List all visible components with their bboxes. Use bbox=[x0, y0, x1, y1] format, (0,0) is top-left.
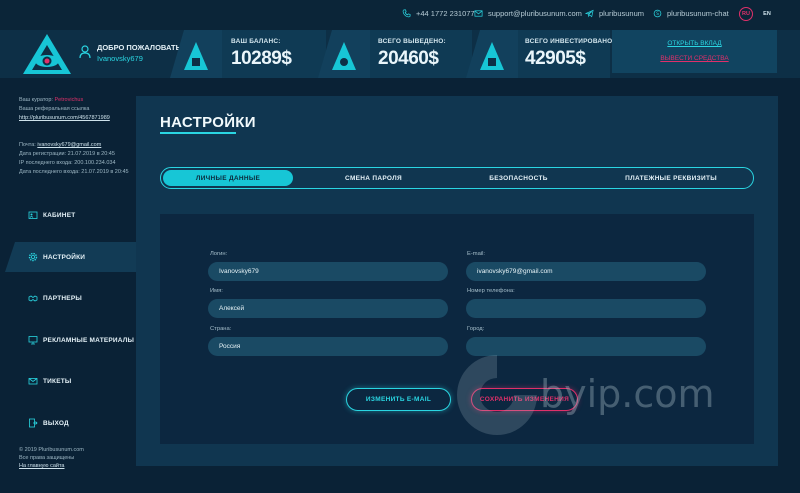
title-underline bbox=[160, 132, 236, 134]
sidebar-item-cabinet[interactable]: КАБИНЕТ bbox=[0, 200, 136, 230]
sidebar-item-label: ВЫХОД bbox=[43, 419, 69, 427]
country-field[interactable]: Россия bbox=[208, 337, 448, 356]
withdrawn-value: 20460$ bbox=[378, 48, 439, 69]
footer-rights: Все права защищены bbox=[19, 455, 75, 461]
country-label: Страна: bbox=[210, 326, 232, 332]
footer-home-link[interactable]: На главную сайта bbox=[19, 463, 64, 469]
curator-info: Ваш куратор: Petrovichus Ваша реферальна… bbox=[19, 96, 110, 123]
sidebar-item-label: ТИКЕТЫ bbox=[43, 377, 72, 385]
balance-label: ВАШ БАЛАНС: bbox=[231, 38, 281, 45]
phone-field[interactable] bbox=[466, 299, 706, 318]
last-login: Дата последнего входа: 21.07.2019 в 20:4… bbox=[19, 169, 129, 175]
city-label: Город: bbox=[467, 326, 485, 332]
last-ip: IP последнего входа: 200.100.234.034 bbox=[19, 160, 116, 166]
sidebar-item-settings[interactable]: НАСТРОЙКИ bbox=[5, 242, 136, 272]
logout-icon bbox=[29, 418, 38, 428]
cabinet-icon bbox=[28, 211, 38, 219]
sidebar-item-logout[interactable]: ВЫХОД bbox=[0, 408, 136, 438]
ref-label: Ваша реферальная ссылка bbox=[19, 106, 90, 112]
curator-label: Ваш куратор: bbox=[19, 97, 53, 103]
sidebar-item-label: ПАРТНЕРЫ bbox=[43, 294, 82, 302]
sidebar-item-partners[interactable]: ПАРТНЕРЫ bbox=[0, 283, 136, 313]
tab-payment-details[interactable]: ПЛАТЕЖНЫЕ РЕКВИЗИТЫ bbox=[591, 170, 751, 186]
settings-tabs: ЛИЧНЫЕ ДАННЫЕ СМЕНА ПАРОЛЯ БЕЗОПАСНОСТЬ … bbox=[160, 167, 754, 189]
tab-personal-data[interactable]: ЛИЧНЫЕ ДАННЫЕ bbox=[163, 170, 293, 186]
logo-eye-icon bbox=[23, 34, 71, 74]
mail-label: Почта: bbox=[19, 142, 36, 148]
page-title: НАСТРОЙКИ bbox=[160, 114, 256, 131]
telegram-contact[interactable]: pluribusunum bbox=[585, 9, 644, 18]
reg-date: Дата регистрации: 21.07.2019 в 20:45 bbox=[19, 151, 115, 157]
tickets-icon bbox=[28, 378, 38, 385]
curator-name: Petrovichus bbox=[54, 97, 84, 103]
withdrawn-icon-tile bbox=[318, 30, 370, 78]
invested-value: 42905$ bbox=[525, 48, 586, 69]
promo-icon bbox=[28, 336, 38, 345]
sidebar-item-label: КАБИНЕТ bbox=[43, 211, 76, 219]
email-label: E-mail: bbox=[467, 251, 486, 257]
name-label: Имя: bbox=[210, 288, 223, 294]
partners-icon bbox=[28, 295, 38, 302]
telegram-handle: pluribusunum bbox=[599, 9, 645, 18]
sidebar-item-tickets[interactable]: ТИКЕТЫ bbox=[0, 366, 136, 396]
mail-value[interactable]: ivanovsky679@gmail.com bbox=[37, 142, 101, 148]
gear-icon bbox=[28, 252, 38, 262]
phone-label: Номер телефона: bbox=[467, 288, 515, 294]
svg-text:S: S bbox=[656, 11, 659, 17]
lang-ru-button[interactable]: RU bbox=[739, 7, 753, 21]
email-contact[interactable]: support@pluribusunum.com bbox=[474, 9, 582, 18]
skype-handle: pluribusunum-chat bbox=[667, 9, 729, 18]
phone-icon bbox=[402, 9, 411, 18]
user-icon bbox=[79, 45, 91, 59]
change-email-button[interactable]: ИЗМЕНИТЬ E-MAIL bbox=[346, 388, 451, 411]
invested-icon-tile bbox=[466, 30, 518, 78]
email-field[interactable]: ivanovsky679@gmail.com bbox=[466, 262, 706, 281]
name-field[interactable]: Алексей bbox=[208, 299, 448, 318]
login-field[interactable]: Ivanovsky679 bbox=[208, 262, 448, 281]
ref-link[interactable]: http://pluribusunum.com/4567871989 bbox=[19, 115, 110, 121]
sidebar-footer: © 2019 Pluribusunum.com Все права защище… bbox=[19, 446, 84, 470]
phone-contact[interactable]: +44 1772 231077 bbox=[402, 9, 475, 18]
header-actions: ОТКРЫТЬ ВКЛАД ВЫВЕСТИ СРЕДСТВА bbox=[612, 30, 777, 73]
invested-label: ВСЕГО ИНВЕСТИРОВАНО: bbox=[525, 38, 615, 45]
watermark-text: byip.com bbox=[540, 372, 715, 416]
balance-icon-tile bbox=[170, 30, 222, 78]
skype-icon: S bbox=[653, 9, 662, 18]
tab-security[interactable]: БЕЗОПАСНОСТЬ bbox=[446, 170, 591, 186]
sidebar-item-label: НАСТРОЙКИ bbox=[43, 253, 86, 261]
account-info: Почта: ivanovsky679@gmail.com Дата регис… bbox=[19, 141, 129, 177]
withdraw-link[interactable]: ВЫВЕСТИ СРЕДСТВА bbox=[612, 55, 777, 62]
withdrawn-label: ВСЕГО ВЫВЕДЕНО: bbox=[378, 38, 446, 45]
support-email: support@pluribusunum.com bbox=[488, 9, 582, 18]
footer-copyright: © 2019 Pluribusunum.com bbox=[19, 447, 84, 453]
telegram-icon bbox=[585, 9, 594, 18]
tab-change-password[interactable]: СМЕНА ПАРОЛЯ bbox=[301, 170, 446, 186]
sidebar-item-label: РЕКЛАМНЫЕ МАТЕРИАЛЫ bbox=[43, 336, 135, 344]
balance-value: 10289$ bbox=[231, 48, 292, 69]
lang-en-button[interactable]: EN bbox=[760, 7, 774, 21]
sidebar-item-promo[interactable]: РЕКЛАМНЫЕ МАТЕРИАЛЫ bbox=[0, 325, 136, 355]
phone-number: +44 1772 231077 bbox=[416, 9, 475, 18]
login-label: Логин: bbox=[210, 251, 228, 257]
mail-icon bbox=[474, 10, 483, 17]
open-deposit-link[interactable]: ОТКРЫТЬ ВКЛАД bbox=[612, 40, 777, 47]
skype-contact[interactable]: S pluribusunum-chat bbox=[653, 9, 729, 18]
city-field[interactable] bbox=[466, 337, 706, 356]
